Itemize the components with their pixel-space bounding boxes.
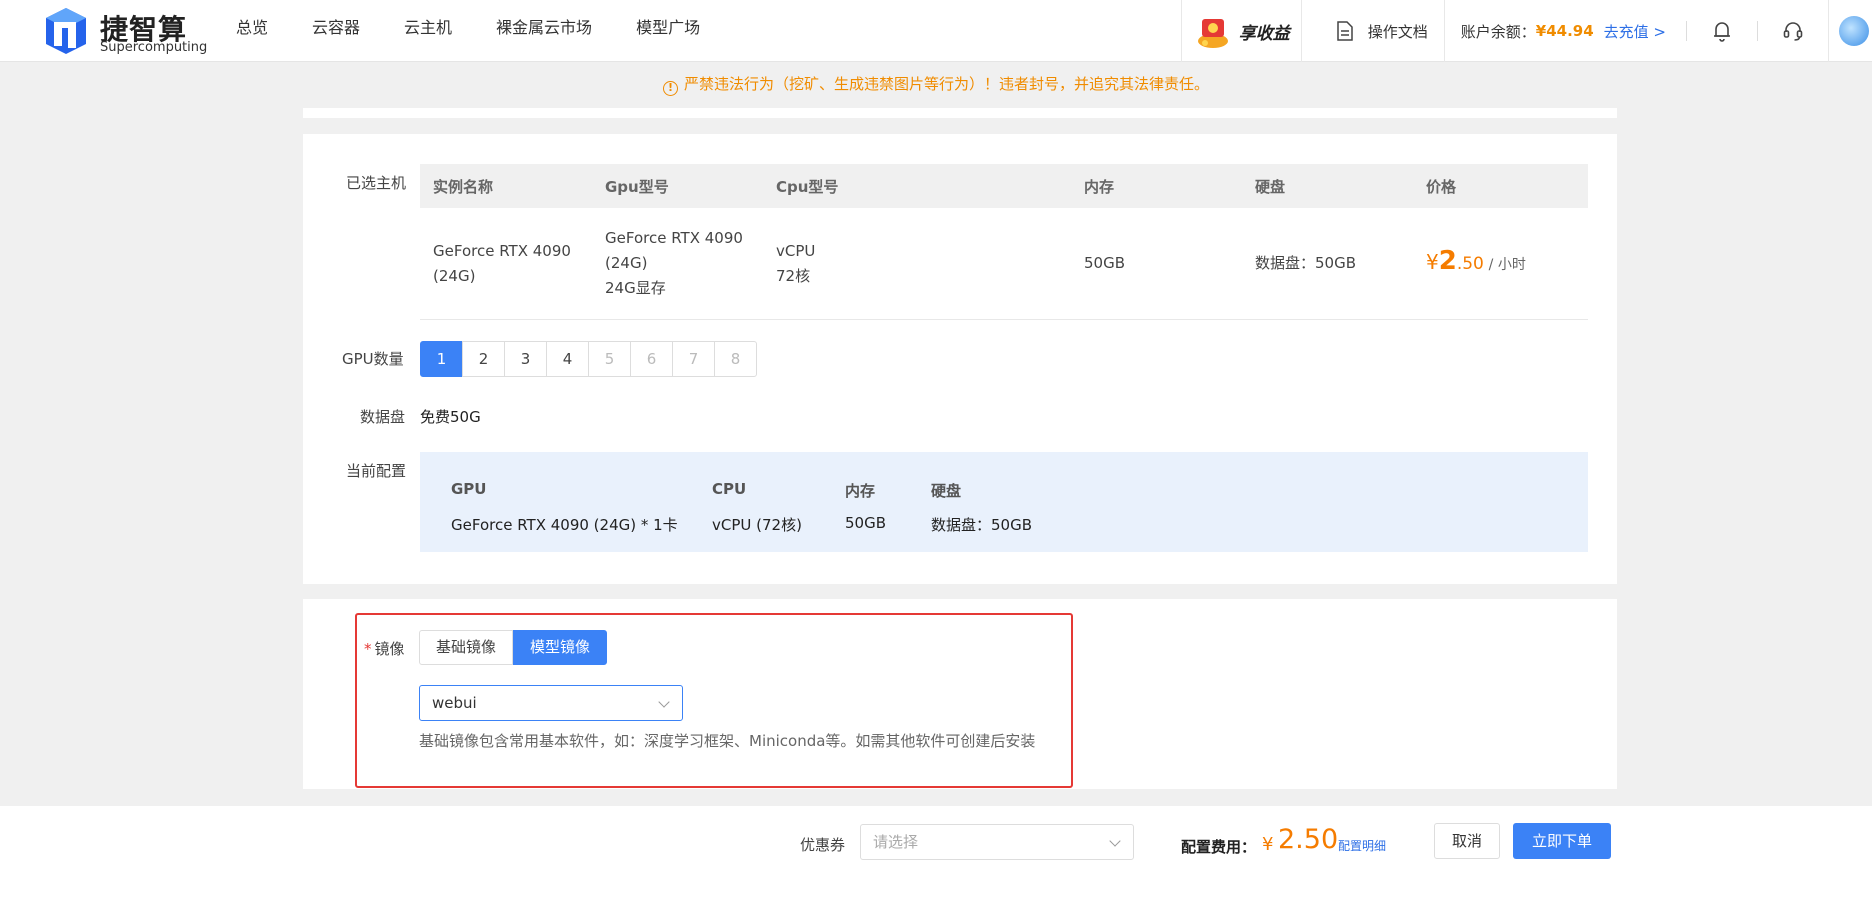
nav-bare-metal-market[interactable]: 裸金属云市场 — [496, 0, 592, 62]
logo-subtext: Supercomputing — [100, 40, 208, 55]
warning-notice: ! 严禁违法行为（挖矿、生成违禁图片等行为）！违者封号，并追究其法律责任。 — [0, 73, 1872, 96]
selected-host-label: 已选主机 — [346, 174, 407, 192]
coupon-label: 优惠券 — [800, 836, 846, 854]
gpu-count-option-2[interactable]: 2 — [462, 341, 505, 377]
notification-button[interactable] — [1687, 0, 1757, 62]
host-config-card: 已选主机 实例名称 Gpu型号 Cpu型号 内存 硬盘 价格 GeForce R… — [303, 134, 1617, 584]
avatar-image — [1839, 16, 1869, 46]
top-header: 捷智算 Supercomputing 总览 云容器 云主机 裸金属云市场 模型广… — [0, 0, 1872, 62]
bell-icon — [1714, 22, 1730, 42]
cell-cpu-model: vCPU 72核 — [776, 241, 816, 285]
coupon-placeholder: 请选择 — [873, 833, 919, 851]
balance-amount: ¥44.94 — [1535, 22, 1594, 40]
coupon-select[interactable]: 请选择 — [860, 824, 1134, 860]
headset-icon — [1783, 22, 1803, 41]
logo-mark-icon — [46, 8, 86, 54]
main-nav: 总览 云容器 云主机 裸金属云市场 模型广场 — [236, 0, 744, 62]
image-label: * 镜像 — [364, 640, 405, 658]
cell-memory: 50GB — [1084, 254, 1126, 272]
tab-model-image[interactable]: 模型镜像 — [513, 630, 608, 665]
header-right: 享收益 操作文档 账户余额： ¥44.94 去充值 > — [1180, 0, 1872, 62]
fee-label: 配置费用： — [1181, 838, 1257, 856]
config-cpu-value: vCPU (72核) — [712, 516, 802, 534]
docs-label: 操作文档 — [1367, 22, 1428, 41]
docs-link[interactable]: 操作文档 — [1300, 0, 1444, 62]
gpu-count-option-4[interactable]: 4 — [546, 341, 589, 377]
config-gpu-value: GeForce RTX 4090 (24G) * 1卡 — [451, 516, 678, 534]
col-instance-name: 实例名称 — [433, 177, 494, 196]
order-footer: 优惠券 请选择 配置费用： ¥ 2.50 配置明细 取消 立即下单 — [0, 806, 1872, 900]
data-disk-label: 数据盘 — [360, 408, 406, 426]
gpu-count-label: GPU数量 — [342, 350, 404, 368]
promo-label: 享收益 — [1238, 23, 1290, 44]
gpu-count-option-3[interactable]: 3 — [504, 341, 547, 377]
fee-currency: ¥ — [1262, 834, 1274, 855]
image-select-value: webui — [432, 694, 477, 712]
fee-value: 2.50 — [1278, 824, 1339, 855]
config-memory-value: 50GB — [845, 514, 887, 532]
data-disk-value: 免费50G — [420, 408, 481, 426]
gpu-count-option-6: 6 — [630, 341, 673, 377]
image-type-tabs: 基础镜像 模型镜像 — [419, 630, 608, 665]
config-disk-header: 硬盘 — [931, 482, 962, 500]
fee-detail-link[interactable]: 配置明细 — [1338, 837, 1386, 854]
logo[interactable]: 捷智算 Supercomputing — [42, 6, 207, 56]
cell-gpu-model: GeForce RTX 4090 (24G) 24G显存 — [605, 229, 743, 297]
user-avatar[interactable] — [1828, 0, 1872, 62]
col-disk: 硬盘 — [1255, 177, 1286, 196]
cell-price: ¥2.50 / 小时 — [1426, 246, 1526, 276]
cell-instance-name: GeForce RTX 4090 (24G) — [433, 241, 571, 285]
info-icon: ! — [662, 81, 678, 96]
cancel-button[interactable]: 取消 — [1434, 823, 1500, 859]
notice-text: 严禁违法行为（挖矿、生成违禁图片等行为）！违者封号，并追究其法律责任。 — [683, 75, 1209, 93]
tab-base-image[interactable]: 基础镜像 — [419, 630, 514, 665]
current-config-panel: GPU CPU 内存 硬盘 GeForce RTX 4090 (24G) * 1… — [420, 452, 1588, 552]
col-gpu-model: Gpu型号 — [605, 177, 669, 196]
nav-overview[interactable]: 总览 — [236, 0, 268, 62]
table-header: 实例名称 Gpu型号 Cpu型号 内存 硬盘 价格 — [420, 164, 1588, 208]
account-balance: 账户余额： ¥44.94 去充值 > — [1443, 0, 1686, 62]
balance-label: 账户余额： — [1460, 22, 1536, 41]
config-memory-header: 内存 — [845, 482, 876, 500]
gpu-count-option-7: 7 — [672, 341, 715, 377]
col-memory: 内存 — [1084, 177, 1115, 196]
nav-cloud-host[interactable]: 云主机 — [404, 0, 452, 62]
config-gpu-header: GPU — [451, 480, 487, 498]
config-disk-value: 数据盘：50GB — [931, 516, 1033, 534]
col-cpu-model: Cpu型号 — [776, 177, 839, 196]
nav-cloud-container[interactable]: 云容器 — [312, 0, 360, 62]
gpu-count-option-1[interactable]: 1 — [420, 341, 463, 377]
order-now-button[interactable]: 立即下单 — [1513, 823, 1611, 859]
config-cpu-header: CPU — [712, 480, 747, 498]
table-row: GeForce RTX 4090 (24G) GeForce RTX 4090 … — [420, 208, 1588, 320]
image-select[interactable]: webui — [419, 685, 683, 721]
recharge-link[interactable]: 去充值 > — [1604, 21, 1666, 42]
card-edge — [303, 108, 1617, 118]
chevron-down-icon — [658, 696, 670, 708]
nav-model-plaza[interactable]: 模型广场 — [636, 0, 700, 62]
required-mark: * — [364, 640, 372, 658]
gpu-count-option-8: 8 — [714, 341, 757, 377]
support-button[interactable] — [1758, 0, 1828, 62]
current-config-label: 当前配置 — [346, 462, 407, 480]
cell-disk: 数据盘：50GB — [1255, 254, 1357, 272]
gpu-count-option-5: 5 — [588, 341, 631, 377]
selected-host-table: 实例名称 Gpu型号 Cpu型号 内存 硬盘 价格 GeForce RTX 40… — [420, 164, 1588, 320]
gift-icon — [1197, 19, 1228, 48]
chevron-down-icon — [1109, 835, 1121, 847]
document-icon — [1336, 21, 1353, 41]
image-hint: 基础镜像包含常用基本软件，如：深度学习框架、Miniconda等。如需其他软件可… — [419, 732, 1036, 750]
col-price: 价格 — [1426, 177, 1457, 196]
earnings-promo-button[interactable]: 享收益 — [1180, 0, 1301, 62]
gpu-count-selector: 1 2 3 4 5 6 7 8 — [420, 341, 757, 377]
